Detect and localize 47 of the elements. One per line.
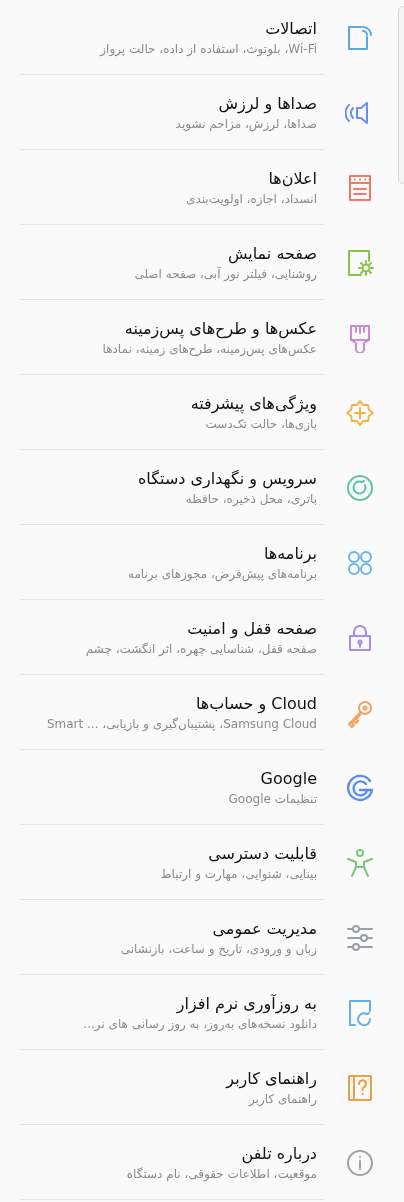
item-title: صفحه نمایش xyxy=(227,243,317,263)
item-subtitle: برنامه‌های پیش‌فرض، مجوزهای برنامه xyxy=(128,566,317,581)
settings-item[interactable]: صداها و لرزش صداها، لرزش، مزاحم نشوید xyxy=(0,75,396,150)
item-subtitle: عکس‌های پس‌زمینه، طرح‌های زمینه، نمادها xyxy=(102,341,317,356)
item-subtitle: زبان و ورودی، تاریخ و ساعت، بازنشانی xyxy=(120,941,317,956)
item-subtitle: راهنمای کاربر xyxy=(249,1091,317,1106)
settings-item[interactable]: سرویس و نگهداری دستگاه باتری، محل ذخیره، حافظه xyxy=(0,450,396,525)
item-title: عکس‌ها و طرح‌های پس‌زمینه xyxy=(124,318,317,338)
item-title: اتصالات xyxy=(265,18,317,38)
item-subtitle: صداها، لرزش، مزاحم نشوید xyxy=(175,116,317,131)
item-title: به روزآوری نرم افزار xyxy=(176,993,317,1013)
item-subtitle: دانلود نسخه‌های به‌روز، به روز رسانی های نر... xyxy=(83,1016,317,1031)
settings-item[interactable]: اتصالات Wi-Fi، بلوتوث، استفاده از داده، حالت پرواز xyxy=(0,0,396,75)
settings-item[interactable]: اعلان‌ها انسداد، اجازه، اولویت‌بندی xyxy=(0,150,396,225)
item-subtitle: Wi-Fi، بلوتوث، استفاده از داده، حالت پرواز xyxy=(100,41,317,56)
item-subtitle: صفحه قفل، شناسایی چهره، اثر انگشت، چشم xyxy=(85,641,317,656)
settings-item[interactable]: به روزآوری نرم افزار دانلود نسخه‌های به‌روز، به روز رسانی های نر... xyxy=(0,975,396,1050)
settings-item[interactable]: صفحه نمایش روشنایی، فیلتر نور آبی، صفحه اصلی xyxy=(0,225,396,300)
item-title: ویژگی‌های پیشرفته xyxy=(190,393,317,413)
item-title: Cloud و حساب‌ها xyxy=(196,693,317,713)
item-subtitle: روشنایی، فیلتر نور آبی، صفحه اصلی xyxy=(134,266,317,281)
item-title: اعلان‌ها xyxy=(268,168,317,188)
item-title: درباره تلفن xyxy=(241,1143,317,1163)
item-subtitle: بینایی، شنوایی، مهارت و ارتباط xyxy=(160,866,317,881)
item-subtitle: موقعیت، اطلاعات حقوقی، نام دستگاه xyxy=(126,1166,317,1181)
item-title: Google xyxy=(260,768,317,788)
settings-item[interactable]: برنامه‌ها برنامه‌های پیش‌فرض، مجوزهای برنامه xyxy=(0,525,396,600)
item-title: مدیریت عمومی xyxy=(212,918,317,938)
settings-item[interactable]: درباره تلفن موقعیت، اطلاعات حقوقی، نام دستگاه xyxy=(0,1125,396,1200)
settings-item[interactable]: ویژگی‌های پیشرفته بازی‌ها، حالت تک‌دست xyxy=(0,375,396,450)
item-subtitle: تنظیمات Google xyxy=(228,791,317,806)
settings-item[interactable]: عکس‌ها و طرح‌های پس‌زمینه عکس‌های پس‌زمینه، طرح‌های زمینه، نمادها xyxy=(0,300,396,375)
item-title: صداها و لرزش xyxy=(218,93,317,113)
settings-item[interactable]: Cloud و حساب‌ها Samsung Cloud، پشتیبان‌گیری و بازیابی، ... Smart xyxy=(0,675,396,750)
item-subtitle: باتری، محل ذخیره، حافظه xyxy=(185,491,317,506)
settings-item[interactable]: قابلیت دسترسی بینایی، شنوایی، مهارت و ارتباط xyxy=(0,825,396,900)
settings-item[interactable]: صفحه قفل و امنیت صفحه قفل، شناسایی چهره، اثر انگشت، چشم xyxy=(0,600,396,675)
item-title: قابلیت دسترسی xyxy=(208,843,317,863)
settings-item[interactable]: راهنمای کاربر راهنمای کاربر xyxy=(0,1050,396,1125)
item-subtitle: انسداد، اجازه، اولویت‌بندی xyxy=(186,191,317,206)
item-title: سرویس و نگهداری دستگاه xyxy=(138,468,317,488)
item-title: راهنمای کاربر xyxy=(226,1068,317,1088)
item-title: برنامه‌ها xyxy=(263,543,317,563)
item-title: صفحه قفل و امنیت xyxy=(187,618,317,638)
item-subtitle: Samsung Cloud، پشتیبان‌گیری و بازیابی، ... Smart xyxy=(46,716,317,731)
settings-item[interactable]: مدیریت عمومی زبان و ورودی، تاریخ و ساعت، بازنشانی xyxy=(0,900,396,975)
item-subtitle: بازی‌ها، حالت تک‌دست xyxy=(205,416,317,431)
